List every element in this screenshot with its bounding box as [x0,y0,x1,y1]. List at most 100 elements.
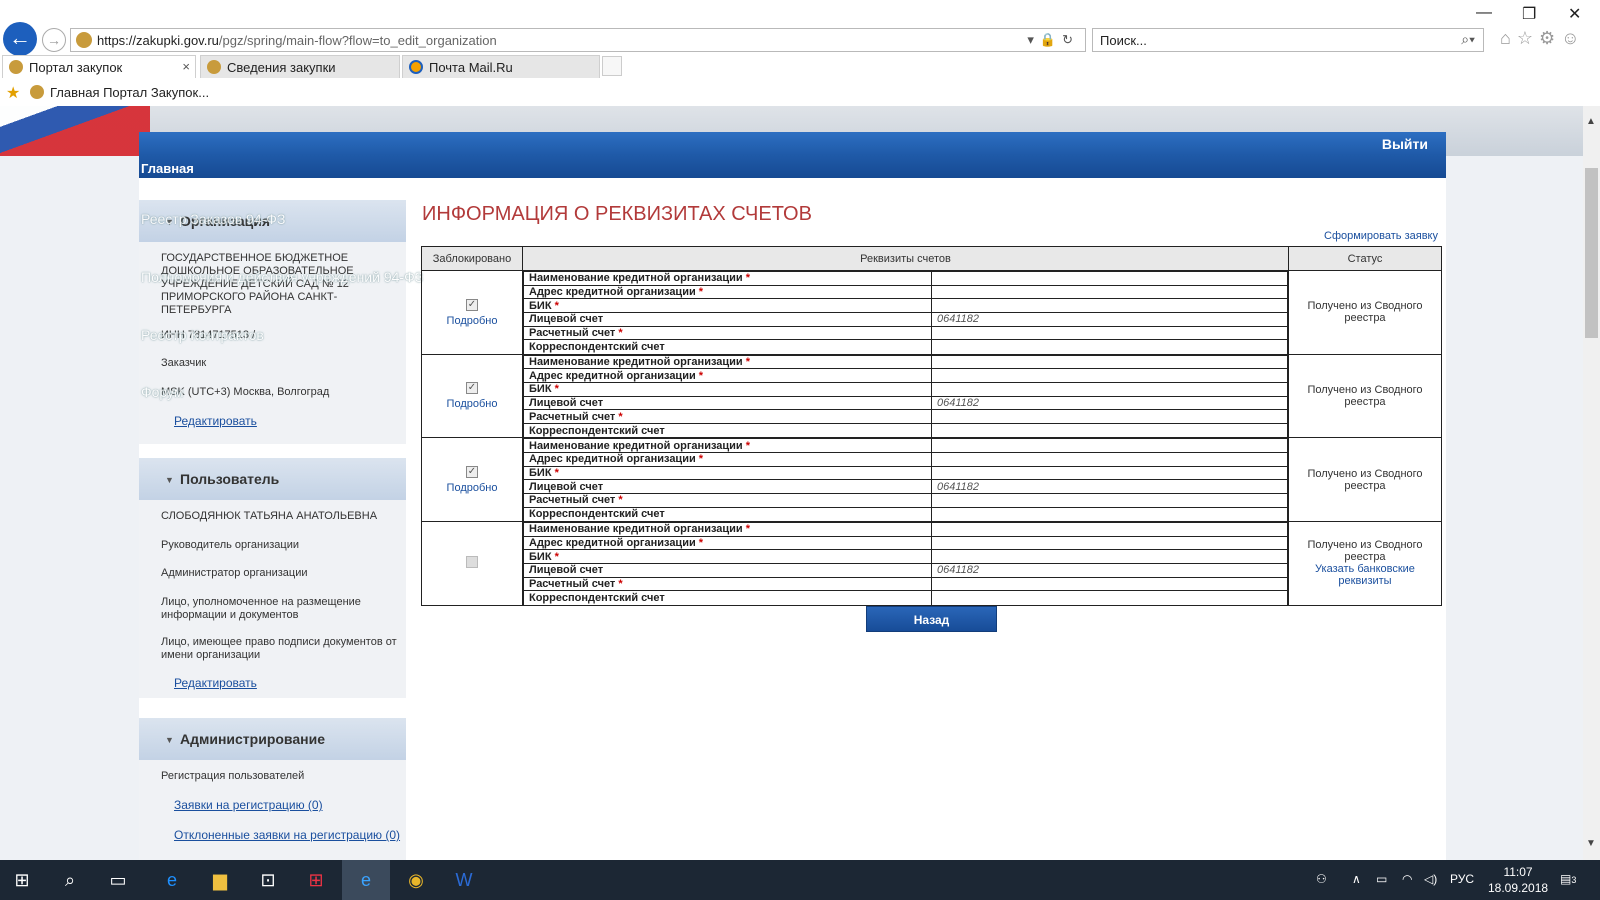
internet-explorer-icon[interactable]: e [342,860,390,900]
gift-icon[interactable]: ⊞ [304,868,328,892]
details-link[interactable]: Подробно [422,398,522,410]
tab-mail[interactable]: Почта Mail.Ru [402,55,600,78]
field-value: 0641182 [931,312,1288,327]
ghost-menu-item: Полномочия и действия учреждений 94-ФЗ [141,269,424,285]
requisite-row: Адрес кредитной организации * [523,368,1288,383]
notifications-icon[interactable]: ▤3 [1560,872,1576,886]
form-request-link[interactable]: Сформировать заявку [1324,230,1438,242]
specify-bank-details-link[interactable]: Указать банковские реквизиты [1295,563,1435,587]
status-cell: Получено из Сводного реестра [1288,353,1442,439]
scroll-thumb[interactable] [1585,168,1598,338]
tray-up-icon[interactable]: ∧ [1352,872,1361,886]
store-icon[interactable]: ⊡ [256,868,280,892]
field-label: Адрес кредитной организации * [523,368,932,383]
file-explorer-icon[interactable]: ▆ [208,868,232,892]
address-bar[interactable]: https://zakupki.gov.ru/pgz/spring/main-f… [70,28,1086,52]
close-window-icon[interactable]: ✕ [1568,4,1581,24]
forward-icon[interactable]: → [42,28,66,52]
field-label-text: Лицевой счет [529,564,604,577]
required-mark: * [745,355,751,368]
search-box[interactable]: Поиск... ⌕▾ [1092,28,1484,52]
locked-checkbox[interactable]: ✓ [466,466,478,479]
details-link[interactable]: Подробно [422,315,522,327]
notifications-count: 3 [1571,875,1577,885]
wifi-icon[interactable]: ◠ [1402,872,1412,886]
field-value [931,506,1288,521]
vertical-scrollbar[interactable]: ▲ ▼ [1583,106,1600,860]
taskbar: ⊞ ⌕ ▭ e ▆ ⊡ ⊞ e ◉ W ⚇ ∧ ▭ ◠ ◁) РУС 11:07… [0,860,1600,900]
locked-cell: ✓ Подробно [421,437,523,522]
field-label-text: Лицевой счет [529,397,604,410]
field-label: Расчетный счет * [523,493,932,508]
field-label: Расчетный счет * [523,576,932,592]
edge-icon[interactable]: e [160,868,184,892]
details-link[interactable]: Подробно [422,482,522,494]
home-link[interactable]: Главная [141,161,194,176]
column-header: Заблокировано [421,246,523,271]
field-label: Расчетный счет * [523,325,932,341]
page-title: ИНФОРМАЦИЯ О РЕКВИЗИТАХ СЧЕТОВ [422,203,812,225]
toolbar-icons[interactable]: ⌂☆⚙☺ [1500,28,1586,49]
favorite-link[interactable]: Главная Портал Закупок... [50,85,209,100]
clock[interactable]: 11:07 18.09.2018 [1488,864,1548,896]
tab-strip: Портал закупок × Сведения закупки Почта … [0,54,1600,78]
locked-cell: ✓ Подробно [421,270,523,355]
field-label-text: Наименование кредитной организации [529,439,743,452]
required-mark: * [698,453,704,466]
user-role: Администратор организации [161,567,308,579]
locked-checkbox[interactable]: ✓ [466,298,478,311]
tab-portal[interactable]: Портал закупок × [2,55,196,78]
tab-purchase-info[interactable]: Сведения закупки [200,55,400,78]
admin-panel-header[interactable]: ▼ Администрирование [139,718,406,760]
logout-link[interactable]: Выйти [1382,136,1428,152]
people-icon[interactable]: ⚇ [1316,872,1327,886]
requisite-row: Расчетный счет * [523,409,1288,425]
volume-icon[interactable]: ◁) [1424,872,1437,886]
clock-date: 18.09.2018 [1488,881,1549,895]
field-value [931,409,1288,425]
search-icon[interactable]: ⌕ [58,868,82,892]
user-edit-link[interactable]: Редактировать [174,676,257,690]
field-value [931,465,1288,481]
scroll-down-icon[interactable]: ▼ [1586,838,1596,849]
locked-checkbox[interactable] [466,555,478,568]
word-icon[interactable]: W [452,868,476,892]
favorites-star-icon[interactable]: ★ [6,83,20,103]
restore-icon[interactable]: ❐ [1522,4,1536,24]
scroll-up-icon[interactable]: ▲ [1586,116,1596,127]
browser-chrome: — ❐ ✕ ← → https://zakupki.gov.ru/pgz/spr… [0,0,1600,106]
requisite-row: Адрес кредитной организации * [523,535,1288,551]
registration-requests-link[interactable]: Заявки на регистрацию (0) [174,798,323,812]
tab-close-icon[interactable]: × [182,59,190,74]
language-indicator[interactable]: РУС [1450,872,1474,886]
field-value [931,521,1288,537]
locked-checkbox[interactable]: ✓ [466,382,478,395]
task-view-icon[interactable]: ▭ [106,868,130,892]
back-button[interactable]: Назад [866,606,997,632]
field-value: 0641182 [931,395,1288,411]
user-panel-header[interactable]: ▼ Пользователь [139,458,406,500]
field-value [931,535,1288,551]
minimize-icon[interactable]: — [1476,4,1492,22]
required-mark: * [618,327,623,340]
org-edit-link[interactable]: Редактировать [174,414,257,428]
user-name: СЛОБОДЯНЮК ТАТЬЯНА АНАТОЛЬЕВНА [161,510,378,522]
windows-start-icon[interactable]: ⊞ [10,868,34,892]
rejected-requests-link[interactable]: Отклоненные заявки на регистрацию (0) [174,828,400,842]
field-label: Адрес кредитной организации * [523,451,932,467]
field-label: БИК * [523,549,932,564]
battery-icon[interactable]: ▭ [1376,872,1387,886]
mail-icon [409,60,423,74]
requisite-row: Адрес кредитной организации * [523,451,1288,467]
new-tab-button[interactable] [602,56,622,76]
field-label: Наименование кредитной организации * [523,438,932,453]
field-label-text: Расчетный счет [529,494,616,507]
requisite-row: БИК * [523,382,1288,397]
favorites-bar: ★ Главная Портал Закупок... [0,80,1600,106]
tab-label: Почта Mail.Ru [429,60,513,75]
back-icon[interactable]: ← [3,22,37,56]
user-role: Лицо, уполномоченное на размещение инфор… [161,596,361,621]
lock-refresh-icons[interactable]: ▾🔒↻ [1027,32,1079,48]
chrome-icon[interactable]: ◉ [404,868,428,892]
search-icon[interactable]: ⌕▾ [1461,31,1475,48]
